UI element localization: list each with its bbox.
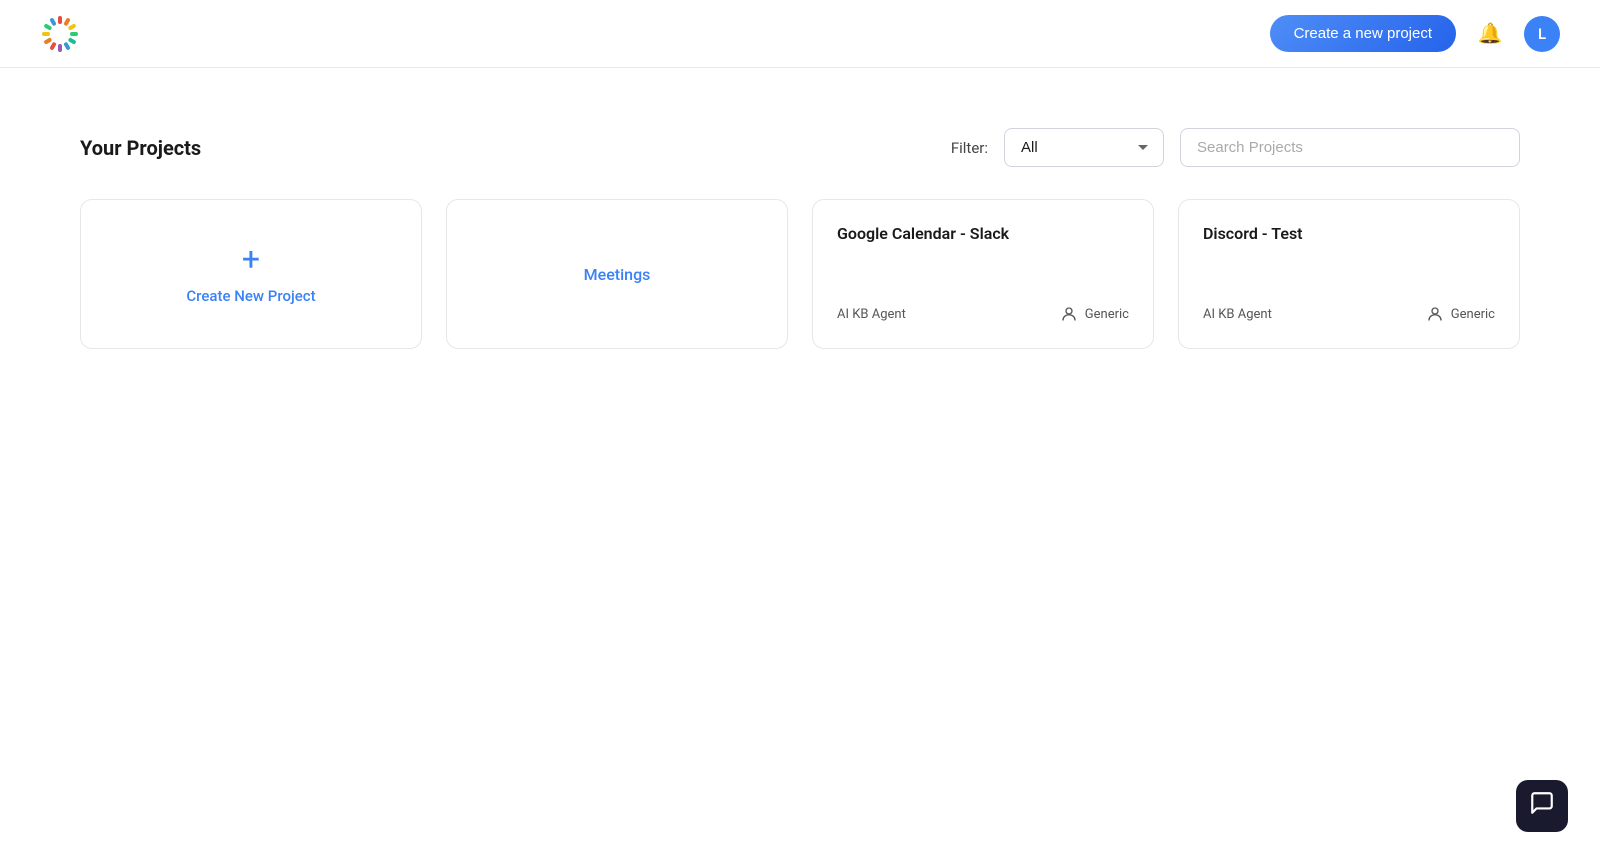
project-agent: AI KB Agent bbox=[1203, 307, 1272, 322]
project-name: Google Calendar - Slack bbox=[837, 224, 1129, 243]
search-input[interactable] bbox=[1180, 128, 1520, 167]
project-name: Discord - Test bbox=[1203, 224, 1495, 243]
filter-select[interactable]: All Active Archived bbox=[1004, 128, 1164, 167]
project-meta: AI KB Agent Generic bbox=[837, 304, 1129, 324]
project-type: Generic bbox=[1059, 304, 1129, 324]
create-project-label: Create New Project bbox=[186, 287, 315, 305]
meetings-project-card[interactable]: Meetings bbox=[446, 199, 788, 349]
header-right: Create a new project 🔔 L bbox=[1270, 15, 1560, 52]
filter-label: Filter: bbox=[951, 139, 988, 157]
avatar[interactable]: L bbox=[1524, 16, 1560, 52]
meetings-label: Meetings bbox=[584, 265, 651, 284]
header: Create a new project 🔔 L bbox=[0, 0, 1600, 68]
create-new-project-button[interactable]: Create a new project bbox=[1270, 15, 1456, 52]
chat-widget[interactable] bbox=[1516, 780, 1568, 832]
header-left bbox=[40, 14, 80, 54]
section-header: Your Projects Filter: All Active Archive… bbox=[80, 128, 1520, 167]
chat-icon bbox=[1529, 790, 1555, 822]
generic-icon bbox=[1425, 304, 1445, 324]
page-title: Your Projects bbox=[80, 136, 201, 160]
filter-area: Filter: All Active Archived bbox=[951, 128, 1520, 167]
generic-icon bbox=[1059, 304, 1079, 324]
bell-icon: 🔔 bbox=[1478, 21, 1503, 46]
google-calendar-slack-card[interactable]: Google Calendar - Slack AI KB Agent Gene… bbox=[812, 199, 1154, 349]
project-type: Generic bbox=[1425, 304, 1495, 324]
project-category: Generic bbox=[1085, 307, 1129, 322]
project-agent: AI KB Agent bbox=[837, 307, 906, 322]
logo-icon[interactable] bbox=[40, 14, 80, 54]
create-project-card[interactable]: + Create New Project bbox=[80, 199, 422, 349]
projects-grid: + Create New Project Meetings Google Cal… bbox=[80, 199, 1520, 349]
main-content: Your Projects Filter: All Active Archive… bbox=[0, 68, 1600, 409]
project-category: Generic bbox=[1451, 307, 1495, 322]
notification-button[interactable]: 🔔 bbox=[1472, 16, 1508, 52]
project-meta: AI KB Agent Generic bbox=[1203, 304, 1495, 324]
search-wrapper bbox=[1180, 128, 1520, 167]
discord-test-card[interactable]: Discord - Test AI KB Agent Generic bbox=[1178, 199, 1520, 349]
plus-icon: + bbox=[242, 243, 260, 275]
